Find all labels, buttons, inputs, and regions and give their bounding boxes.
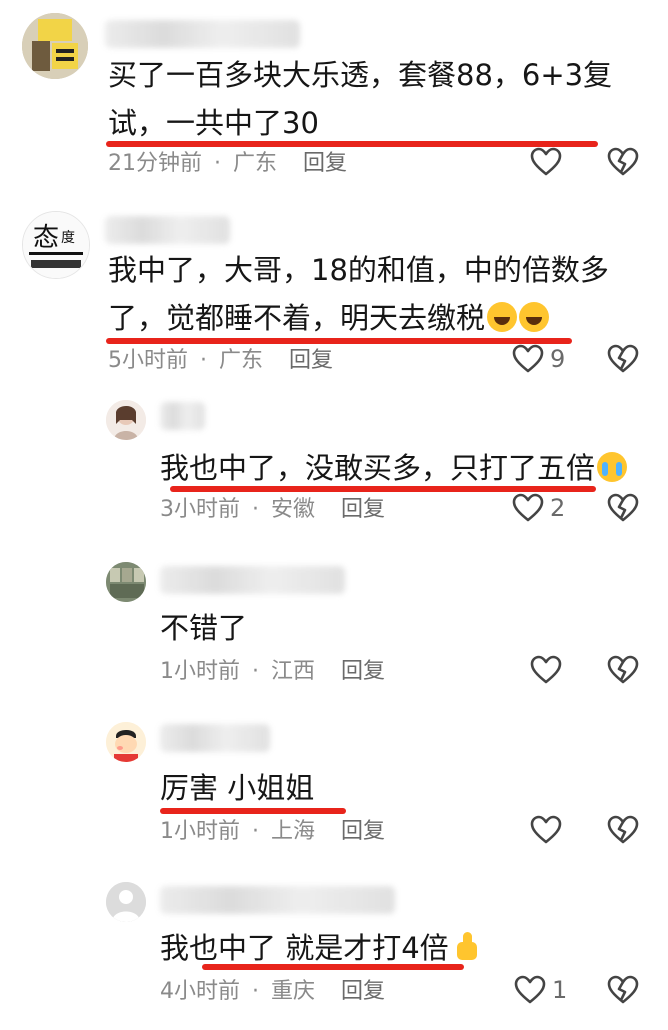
broken-heart-icon: [607, 344, 639, 373]
crying-emoji: [597, 452, 628, 482]
like-count: 2: [550, 494, 566, 522]
broken-heart-icon: [607, 493, 639, 522]
comment-time: 5小时前: [108, 348, 188, 373]
dislike-button[interactable]: [607, 344, 639, 374]
comment-text: 我中了，大哥，18的和值，中的倍数多 了，觉都睡不着，明天去缴税: [108, 253, 609, 335]
dislike-button[interactable]: [607, 655, 639, 685]
comment-meta: 1小时前 · 江西 回复: [160, 659, 386, 684]
heart-outline-icon: [514, 975, 546, 1004]
dislike-button[interactable]: [607, 493, 639, 523]
like-button[interactable]: 1: [514, 975, 567, 1005]
avatar[interactable]: [106, 882, 146, 922]
comment-text: 我也中了，没敢买多，只打了五倍: [160, 444, 628, 492]
comment-time: 21分钟前: [108, 151, 202, 176]
comment-location: 重庆: [271, 979, 316, 1004]
dislike-button[interactable]: [607, 975, 639, 1005]
comment-1: 买了一百多块大乐透，套餐88，6+3复 试，一共中了30 21分钟前 · 广东 回复: [0, 0, 668, 185]
avatar[interactable]: 态 度: [22, 211, 90, 279]
comment-3: 我也中了，没敢买多，只打了五倍 3小时前 · 安徽 回复 2: [0, 396, 668, 536]
laughing-tears-emoji: [519, 302, 550, 332]
username-blurred[interactable]: [160, 886, 395, 914]
dislike-button[interactable]: [607, 147, 639, 177]
username-blurred[interactable]: [105, 216, 230, 244]
laughing-tears-emoji: [487, 302, 518, 332]
like-button[interactable]: 9: [512, 344, 565, 374]
like-button[interactable]: [530, 815, 568, 845]
comment-time: 1小时前: [160, 659, 240, 684]
comment-text: 厉害 小姐姐: [160, 771, 315, 805]
reply-button[interactable]: 回复: [303, 151, 347, 176]
comment-5: 厉害 小姐姐 1小时前 · 上海 回复: [0, 718, 668, 858]
reply-button[interactable]: 回复: [341, 819, 385, 844]
comment-location: 广东: [219, 348, 264, 373]
broken-heart-icon: [607, 655, 639, 684]
avatar[interactable]: [22, 13, 88, 79]
comment-meta: 5小时前 · 广东 回复: [108, 348, 334, 373]
svg-text:度: 度: [61, 230, 75, 246]
comment-4: 不错了 1小时前 · 江西 回复: [0, 558, 668, 698]
reply-button[interactable]: 回复: [341, 979, 385, 1004]
username-blurred[interactable]: [160, 724, 270, 752]
red-underline-annotation: [106, 141, 598, 147]
dislike-button[interactable]: [607, 815, 639, 845]
red-underline-annotation: [106, 338, 572, 344]
comment-time: 1小时前: [160, 819, 240, 844]
avatar[interactable]: [106, 400, 146, 440]
broken-heart-icon: [607, 815, 639, 844]
username-blurred[interactable]: [160, 402, 205, 430]
comment-location: 上海: [271, 819, 316, 844]
comment-2: 态 度 我中了，大哥，18的和值，中的倍数多 了，觉都睡不着，明天去缴税 5小时…: [0, 200, 668, 390]
like-button[interactable]: [530, 655, 568, 685]
thumbs-up-emoji: [451, 932, 481, 962]
heart-outline-icon: [530, 815, 562, 844]
comment-location: 广东: [233, 151, 278, 176]
comment-text: 不错了: [160, 611, 248, 645]
comment-6: 我也中了 就是才打4倍 4小时前 · 重庆 回复 1: [0, 878, 668, 1028]
comment-meta: 3小时前 · 安徽 回复: [160, 497, 386, 522]
reply-button[interactable]: 回复: [341, 497, 385, 522]
reply-button[interactable]: 回复: [289, 348, 333, 373]
like-count: 1: [552, 976, 568, 1004]
red-underline-annotation: [202, 964, 464, 970]
comment-time: 4小时前: [160, 979, 240, 1004]
comment-location: 安徽: [271, 497, 316, 522]
heart-outline-icon: [530, 147, 562, 176]
svg-text:态: 态: [33, 223, 59, 253]
like-button[interactable]: [530, 147, 568, 177]
heart-outline-icon: [530, 655, 562, 684]
avatar[interactable]: [106, 722, 146, 762]
comment-text: 买了一百多块大乐透，套餐88，6+3复 试，一共中了30: [108, 58, 613, 140]
username-blurred[interactable]: [160, 566, 345, 594]
username-blurred[interactable]: [105, 20, 300, 48]
avatar[interactable]: [106, 562, 146, 602]
like-count: 9: [550, 345, 566, 373]
broken-heart-icon: [607, 975, 639, 1004]
broken-heart-icon: [607, 147, 639, 176]
comment-time: 3小时前: [160, 497, 240, 522]
heart-outline-icon: [512, 493, 544, 522]
red-underline-annotation: [160, 808, 346, 814]
reply-button[interactable]: 回复: [341, 659, 385, 684]
comment-meta: 1小时前 · 上海 回复: [160, 819, 386, 844]
comment-location: 江西: [271, 659, 316, 684]
like-button[interactable]: 2: [512, 493, 565, 523]
heart-outline-icon: [512, 344, 544, 373]
red-underline-annotation: [170, 486, 596, 492]
comment-meta: 4小时前 · 重庆 回复: [160, 979, 386, 1004]
comment-meta: 21分钟前 · 广东 回复: [108, 151, 348, 176]
